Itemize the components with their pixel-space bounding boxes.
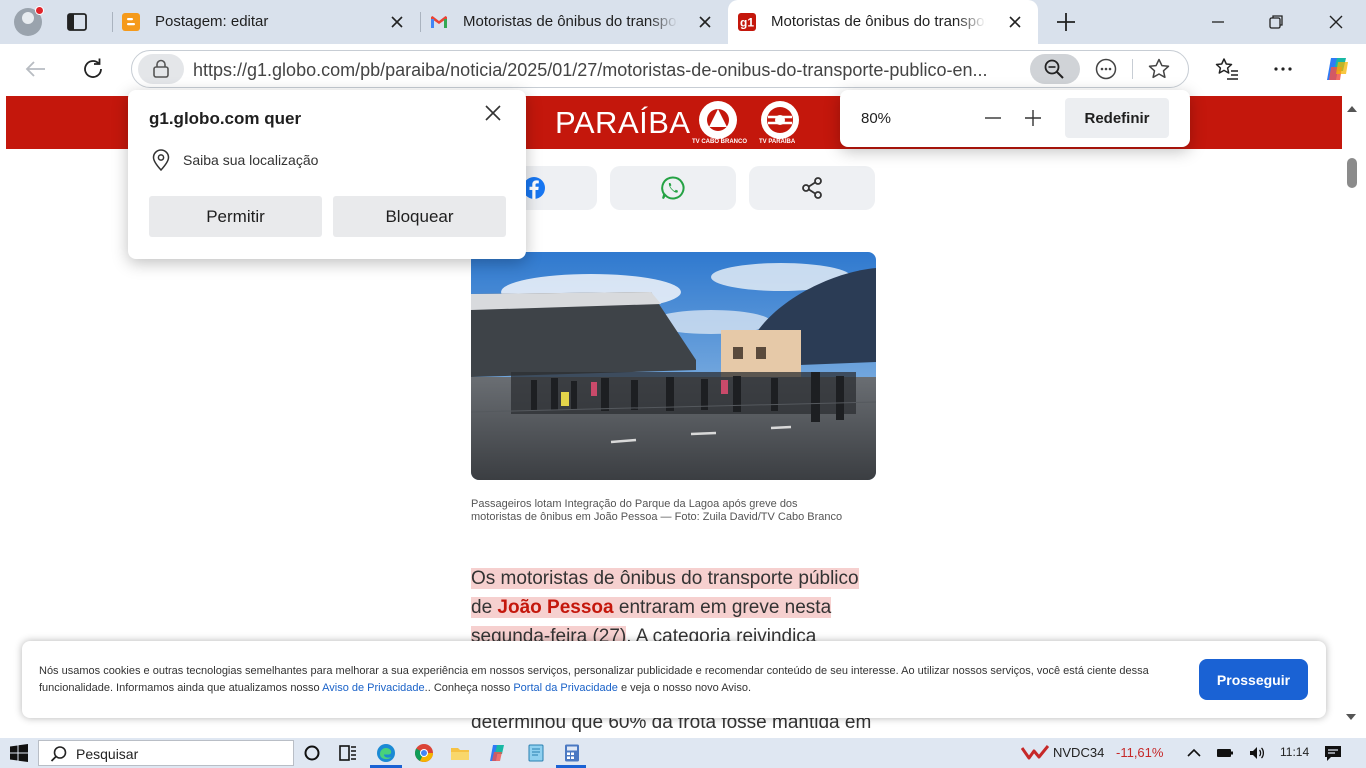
zoom-minus-icon[interactable] xyxy=(982,107,1004,129)
lock-icon xyxy=(153,59,169,78)
page-scrollbar[interactable] xyxy=(1342,94,1366,738)
calculator-icon[interactable] xyxy=(562,743,582,763)
url-text[interactable]: https://g1.globo.com/pb/paraiba/noticia/… xyxy=(193,60,1023,81)
location-permission-popup: g1.globo.com quer Saiba sua localização … xyxy=(128,90,526,259)
close-tab-icon[interactable] xyxy=(696,13,714,31)
scroll-down-arrow-icon[interactable] xyxy=(1344,712,1358,722)
address-separator xyxy=(1132,59,1133,79)
article-paragraph: Os motoristas de ônibus do transporte pú… xyxy=(471,564,876,651)
logo2-caption: TV PARAÍBA xyxy=(759,139,796,145)
joao-pessoa-link[interactable]: João Pessoa xyxy=(497,597,614,618)
gmail-icon xyxy=(431,16,447,28)
edge-browser-icon[interactable] xyxy=(376,743,396,763)
browser-toolbar: https://g1.globo.com/pb/paraiba/noticia/… xyxy=(0,44,1366,94)
refresh-icon[interactable] xyxy=(80,56,106,82)
zoom-level: 80% xyxy=(861,110,892,127)
whatsapp-icon xyxy=(661,176,685,200)
stock-trend-icon[interactable] xyxy=(1021,743,1049,763)
article-photo[interactable] xyxy=(471,252,876,480)
copilot-taskbar-icon[interactable] xyxy=(488,743,508,763)
blogger-icon xyxy=(122,13,140,31)
share-generic-button[interactable] xyxy=(749,166,875,210)
more-tools-icon[interactable] xyxy=(1094,57,1118,81)
privacy-portal-link[interactable]: Portal da Privacidade xyxy=(513,682,618,694)
g1-icon: g1 xyxy=(738,13,756,31)
tab-strip: Postagem: editar Motoristas de ônibus do… xyxy=(0,0,1366,44)
tab-title: Motoristas de ônibus do transporte xyxy=(771,13,986,31)
site-brand-title[interactable]: PARAÍBA xyxy=(555,105,691,141)
g1-favicon-text: g1 xyxy=(740,16,754,30)
tab-g1-active[interactable]: g1 Motoristas de ônibus do transporte xyxy=(728,0,1038,44)
task-view-icon[interactable] xyxy=(302,743,322,763)
close-window-icon[interactable] xyxy=(1322,8,1350,36)
permission-request-text: Saiba sua localização xyxy=(183,152,319,168)
settings-more-icon[interactable] xyxy=(1270,56,1296,82)
restore-icon[interactable] xyxy=(1262,8,1290,36)
file-explorer-icon[interactable] xyxy=(450,743,470,763)
clock-time[interactable]: 11:14 xyxy=(1280,745,1309,759)
address-bar[interactable]: https://g1.globo.com/pb/paraiba/noticia/… xyxy=(131,50,1189,88)
copilot-icon[interactable] xyxy=(1322,54,1352,84)
zoom-out-magnifier-icon xyxy=(1044,59,1064,79)
favorites-list-icon[interactable] xyxy=(1214,56,1240,82)
windows-start-icon[interactable] xyxy=(10,744,28,762)
zoom-indicator-button[interactable] xyxy=(1030,54,1080,84)
minimize-icon[interactable] xyxy=(1204,8,1232,36)
logo1-caption: TV CABO BRANCO xyxy=(692,139,747,145)
close-icon[interactable] xyxy=(482,102,504,124)
battery-icon[interactable] xyxy=(1215,743,1235,763)
tab-gmail[interactable]: Motoristas de ônibus do transporte xyxy=(420,0,728,44)
scrollbar-thumb[interactable] xyxy=(1347,158,1357,188)
search-icon xyxy=(50,746,67,762)
taskbar-search-box[interactable]: Pesquisar xyxy=(38,740,294,766)
cookie-text: Nós usamos cookies e outras tecnologias … xyxy=(39,663,1179,697)
stock-ticker[interactable]: NVDC34 xyxy=(1053,745,1104,760)
zoom-popup: 80% Redefinir xyxy=(840,90,1190,147)
close-tab-icon[interactable] xyxy=(388,13,406,31)
tab-actions-icon[interactable] xyxy=(66,11,88,33)
cookie-banner: Nós usamos cookies e outras tecnologias … xyxy=(22,641,1326,718)
cookie-text-b: .. Conheça nosso xyxy=(424,682,514,694)
volume-icon[interactable] xyxy=(1247,743,1267,763)
privacy-notice-link[interactable]: Aviso de Privacidade xyxy=(322,682,425,694)
profile-notification-dot xyxy=(35,6,44,15)
notepad-icon[interactable] xyxy=(526,743,546,763)
scroll-up-arrow-icon[interactable] xyxy=(1345,104,1359,114)
search-placeholder: Pesquisar xyxy=(76,746,139,762)
share-whatsapp-button[interactable] xyxy=(610,166,736,210)
tab-blogger[interactable]: Postagem: editar xyxy=(112,0,420,44)
block-button[interactable]: Bloquear xyxy=(333,196,506,237)
notifications-icon[interactable] xyxy=(1323,743,1343,763)
new-tab-icon[interactable] xyxy=(1053,10,1079,34)
cookie-text-c: e veja o nosso novo Aviso. xyxy=(617,682,751,694)
tab-title: Motoristas de ônibus do transporte xyxy=(463,13,678,31)
stock-change[interactable]: -11,61% xyxy=(1116,745,1163,760)
location-pin-icon xyxy=(152,149,170,171)
chrome-icon[interactable] xyxy=(414,743,434,763)
zoom-reset-button[interactable]: Redefinir xyxy=(1065,98,1169,138)
allow-button[interactable]: Permitir xyxy=(149,196,322,237)
windows-taskbar: Pesquisar NVDC34 -11,61% 11:14 xyxy=(0,738,1366,768)
tab-title: Postagem: editar xyxy=(155,13,370,31)
chevron-up-icon[interactable] xyxy=(1184,743,1204,763)
photo-caption: Passageiros lotam Integração do Parque d… xyxy=(471,498,843,523)
back-arrow-icon[interactable] xyxy=(23,56,49,82)
widgets-icon[interactable] xyxy=(338,743,358,763)
site-info-button[interactable] xyxy=(138,54,184,84)
close-tab-icon[interactable] xyxy=(1006,13,1024,31)
favorite-star-icon[interactable] xyxy=(1147,57,1171,81)
tab-separator xyxy=(420,12,421,32)
permission-title: g1.globo.com quer xyxy=(149,109,302,128)
zoom-plus-icon[interactable] xyxy=(1022,107,1044,129)
share-icon xyxy=(802,177,822,199)
proceed-button[interactable]: Prosseguir xyxy=(1199,659,1308,700)
tab-separator xyxy=(112,12,113,32)
